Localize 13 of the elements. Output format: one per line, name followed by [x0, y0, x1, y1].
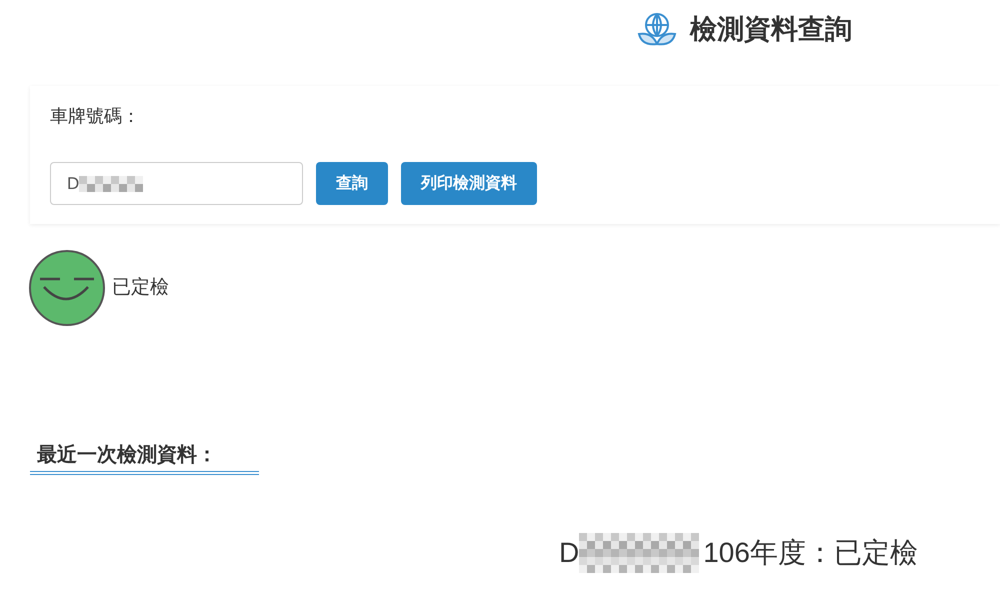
- plate-value: D: [67, 172, 80, 195]
- result-summary: 106年度：已定檢: [703, 536, 918, 570]
- globe-leaf-icon: [636, 10, 678, 48]
- redaction-mosaic: [79, 176, 144, 192]
- status-label: 已定檢: [112, 276, 169, 300]
- plate-field[interactable]: D: [50, 162, 303, 205]
- page-title: 檢測資料查詢: [690, 12, 852, 46]
- print-button[interactable]: 列印檢測資料: [401, 162, 537, 205]
- section-heading: 最近一次檢測資料：: [36, 443, 218, 468]
- search-button[interactable]: 查詢: [316, 162, 388, 205]
- smiley-face-icon: [28, 249, 106, 327]
- result-plate: D: [559, 536, 580, 570]
- plate-label: 車牌號碼：: [50, 105, 141, 128]
